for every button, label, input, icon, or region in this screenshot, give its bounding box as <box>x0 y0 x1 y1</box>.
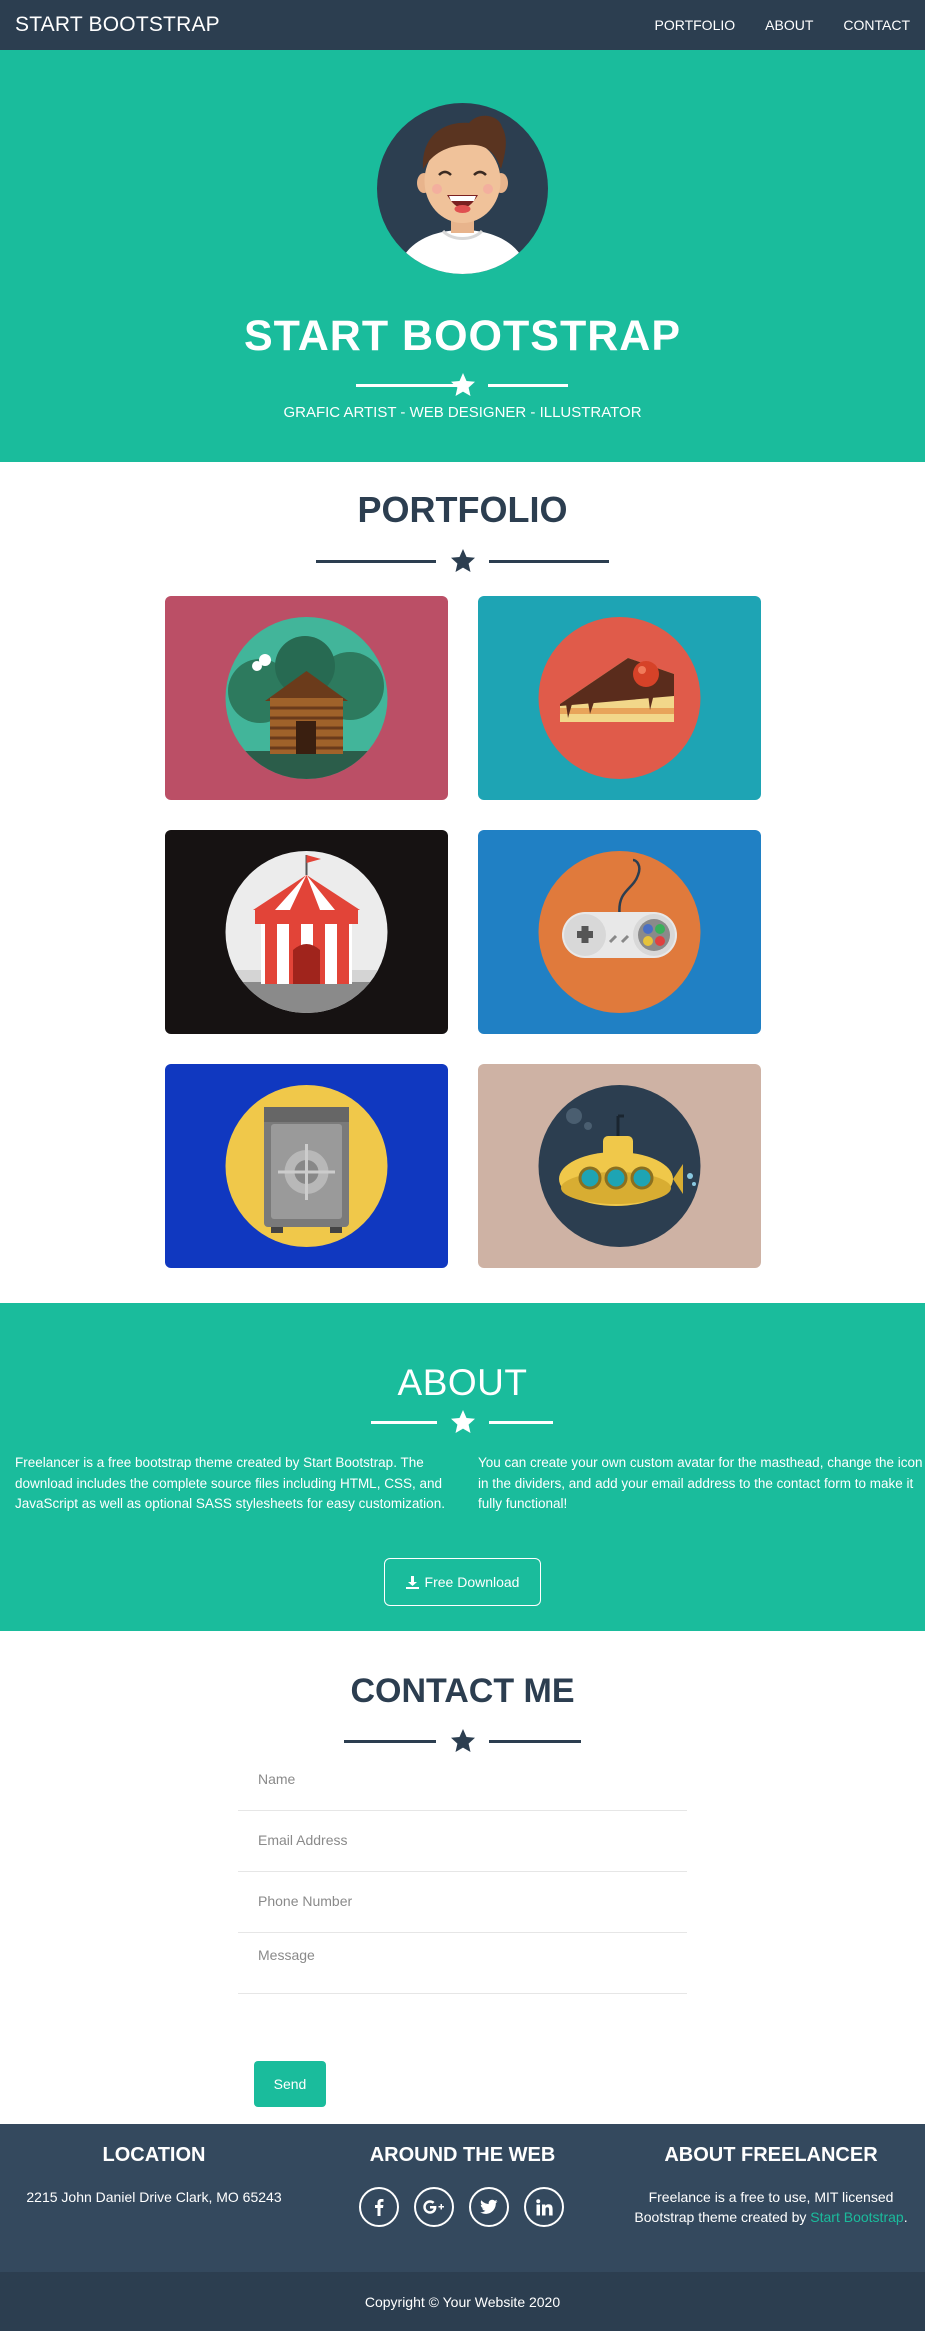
email-input[interactable] <box>258 1825 678 1855</box>
portfolio-item-cabin[interactable] <box>165 596 448 800</box>
footer: LOCATION 2215 John Daniel Drive Clark, M… <box>0 2124 925 2272</box>
free-download-label: Free Download <box>424 1574 520 1590</box>
free-download-button[interactable]: Free Download <box>384 1558 541 1606</box>
about-text-left: Freelancer is a free bootstrap theme cre… <box>15 1455 445 1511</box>
send-button[interactable]: Send <box>254 2061 326 2107</box>
navbar: START BOOTSTRAP PORTFOLIO ABOUT CONTACT <box>0 0 925 50</box>
google-plus-icon[interactable] <box>414 2187 454 2227</box>
circus-tent-icon <box>165 830 448 1034</box>
linkedin-icon[interactable] <box>524 2187 564 2227</box>
divider-line-right <box>489 1740 581 1743</box>
twitter-icon[interactable] <box>469 2187 509 2227</box>
location-title: LOCATION <box>102 2144 206 2166</box>
portfolio-item-submarine[interactable] <box>478 1064 761 1268</box>
submarine-icon <box>478 1064 761 1268</box>
facebook-icon[interactable] <box>359 2187 399 2227</box>
divider-line-left <box>356 384 457 387</box>
masthead-title: START BOOTSTRAP <box>243 312 682 360</box>
game-controller-icon <box>478 830 761 1034</box>
nav-links: PORTFOLIO ABOUT CONTACT <box>624 0 910 50</box>
about-freelancer-title: ABOUT FREELANCER <box>664 2144 878 2166</box>
download-icon <box>405 1575 419 1589</box>
portfolio-divider <box>0 546 925 576</box>
star-icon <box>451 549 475 572</box>
safe-icon <box>165 1064 448 1268</box>
divider-line-right <box>488 384 568 387</box>
divider-line-left <box>371 1421 437 1424</box>
cake-icon <box>478 596 761 800</box>
around-web-title: AROUND THE WEB <box>369 2144 556 2166</box>
about-text-right: You can create your own custom avatar fo… <box>478 1455 923 1511</box>
name-field <box>238 1750 687 1811</box>
divider-line-right <box>489 560 609 563</box>
cabin-icon <box>165 596 448 800</box>
portfolio-title: PORTFOLIO <box>357 489 568 530</box>
contact-title: CONTACT ME <box>350 1672 575 1710</box>
portfolio-item-controller[interactable] <box>478 830 761 1034</box>
about-divider <box>0 1407 925 1437</box>
portfolio-item-cake[interactable] <box>478 596 761 800</box>
nav-link-contact[interactable]: CONTACT <box>843 17 910 33</box>
masthead: START BOOTSTRAP GRAFIC ARTIST - WEB DESI… <box>0 50 925 462</box>
star-icon <box>451 373 475 396</box>
message-field <box>238 1933 687 1994</box>
avatar <box>377 103 548 274</box>
about-freelancer-text-2: . <box>903 2209 908 2225</box>
name-input[interactable] <box>258 1764 678 1794</box>
nav-link-portfolio[interactable]: PORTFOLIO <box>654 17 735 33</box>
phone-input[interactable] <box>258 1886 678 1916</box>
about-title: ABOUT <box>397 1362 528 1403</box>
masthead-divider <box>0 370 925 400</box>
nav-link-about[interactable]: ABOUT <box>765 17 813 33</box>
location-text: 2215 John Daniel Drive Clark, MO 65243 <box>26 2189 282 2205</box>
portfolio-item-circus[interactable] <box>165 830 448 1034</box>
divider-line-left <box>344 1740 436 1743</box>
start-bootstrap-link[interactable]: Start Bootstrap <box>810 2209 903 2225</box>
divider-line-right <box>489 1421 553 1424</box>
message-input[interactable] <box>258 1947 678 1977</box>
about-section: ABOUT Freelancer is a free bootstrap the… <box>0 1303 925 1631</box>
about-freelancer-text: Freelance is a free to use, MIT licensed… <box>625 2187 917 2227</box>
divider-line-left <box>316 560 436 563</box>
copyright: Copyright © Your Website 2020 <box>0 2272 925 2331</box>
brand-link[interactable]: START BOOTSTRAP <box>15 13 220 37</box>
portfolio-item-safe[interactable] <box>165 1064 448 1268</box>
email-field <box>238 1811 687 1872</box>
star-icon <box>451 1410 475 1433</box>
phone-field <box>238 1872 687 1933</box>
masthead-subtitle: GRAFIC ARTIST - WEB DESIGNER - ILLUSTRAT… <box>283 404 642 421</box>
